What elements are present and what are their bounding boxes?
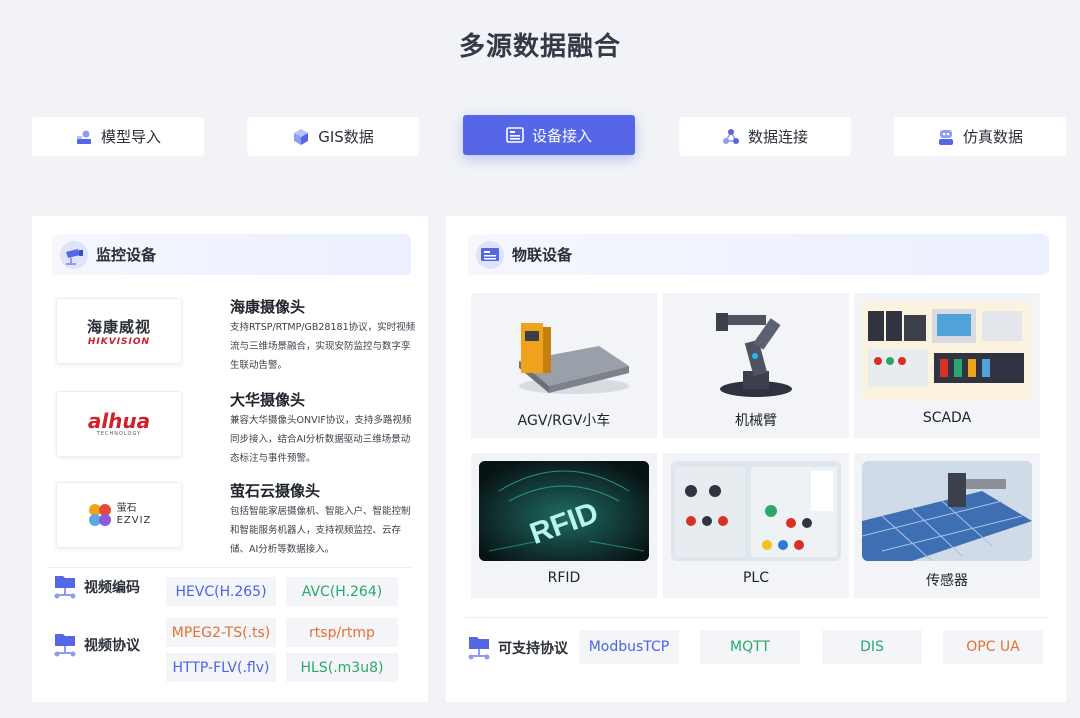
camera-desc: 支持RTSP/RTMP/GB28181协议，实时视频流与三维场景融合，实现安防监… <box>230 322 416 371</box>
protocol-chip: MPEG2-TS(.ts) <box>166 618 276 647</box>
iot-protocol-label: 可支持协议 <box>468 635 568 661</box>
tab-label: 设备接入 <box>531 126 592 145</box>
iot-protocol-chip: OPC UA <box>943 630 1043 664</box>
robot-icon <box>937 128 955 146</box>
tab-label: 仿真数据 <box>962 128 1023 146</box>
tab-label: 模型导入 <box>100 128 161 146</box>
iot-panel: 物联设备 AGV/RGV小车 机械臂 SCADA RFID RFID PLC 传… <box>446 216 1066 702</box>
device-card-sensor[interactable]: 传感器 <box>854 453 1040 598</box>
camera-name: 大华摄像头 <box>230 391 306 409</box>
device-label: AGV/RGV小车 <box>517 413 611 429</box>
monitor-title: 监控设备 <box>96 246 157 264</box>
device-card-rfid[interactable]: RFID RFID <box>471 453 657 598</box>
camera-item-hikvision: 海康威视 HIKVISION 海康摄像头 支持RTSP/RTMP/GB28181… <box>56 298 416 378</box>
agv-image <box>479 301 649 401</box>
device-label: PLC <box>742 570 770 586</box>
tab-simulation-data[interactable]: 仿真数据 <box>894 117 1066 156</box>
device-icon <box>506 126 524 144</box>
iot-protocol-chip: DIS <box>822 630 922 664</box>
iot-protocol-chip: MQTT <box>700 630 800 664</box>
camera-icon <box>58 239 90 271</box>
tab-model-import[interactable]: 模型导入 <box>32 117 204 156</box>
device-panel-icon <box>474 239 506 271</box>
server-icon <box>54 634 76 657</box>
tab-gis-data[interactable]: GIS数据 <box>247 117 419 156</box>
iot-header: 物联设备 <box>468 234 1049 275</box>
rfid-image: RFID <box>479 461 649 561</box>
device-label: 传感器 <box>926 573 968 589</box>
plc-image <box>671 461 841 561</box>
model-import-icon <box>75 128 93 146</box>
server-icon <box>468 637 490 660</box>
tab-device-access[interactable]: 设备接入 <box>463 115 635 155</box>
dahua-logo: alhua TECHNOLOGY <box>56 391 182 457</box>
codec-label: 视频编码 <box>54 574 140 600</box>
camera-desc: 包括智能家居摄像机、智能入户、智能控制和智能服务机器人，支持视频监控、云存储、A… <box>230 506 411 555</box>
protocol-label: 视频协议 <box>54 632 140 658</box>
server-icon <box>54 576 76 599</box>
device-card-agv[interactable]: AGV/RGV小车 <box>471 293 657 438</box>
camera-item-dahua: alhua TECHNOLOGY 大华摄像头 兼容大华摄像头ONVIF协议，支持… <box>56 391 416 471</box>
divider <box>464 617 1049 618</box>
scada-image <box>862 301 1032 401</box>
protocol-chip: rtsp/rtmp <box>286 618 398 647</box>
camera-item-ezviz: 萤石 EZVIZ 萤石云摄像头 包括智能家居摄像机、智能入户、智能控制和智能服务… <box>56 482 416 562</box>
device-card-robot-arm[interactable]: 机械臂 <box>663 293 849 438</box>
hikvision-logo: 海康威视 HIKVISION <box>56 298 182 364</box>
device-card-plc[interactable]: PLC <box>663 453 849 598</box>
codec-chip: AVC(H.264) <box>286 577 398 606</box>
robot-arm-image <box>671 301 841 401</box>
camera-name: 海康摄像头 <box>230 298 306 316</box>
cube-icon <box>292 128 310 146</box>
tab-label: 数据连接 <box>747 128 808 146</box>
divider <box>48 567 411 568</box>
camera-name: 萤石云摄像头 <box>230 482 321 500</box>
iot-protocol-chip: ModbusTCP <box>579 630 679 664</box>
ezviz-logo: 萤石 EZVIZ <box>56 482 182 548</box>
page-title: 多源数据融合 <box>458 32 621 62</box>
sensor-image <box>862 461 1032 561</box>
device-label: 机械臂 <box>735 413 777 429</box>
iot-title: 物联设备 <box>512 246 573 264</box>
ezviz-mark-icon <box>88 504 111 526</box>
tab-data-connection[interactable]: 数据连接 <box>679 117 851 156</box>
monitor-panel: 监控设备 海康威视 HIKVISION 海康摄像头 支持RTSP/RTMP/GB… <box>32 216 428 702</box>
device-label: RFID <box>547 570 581 586</box>
network-icon <box>722 128 740 146</box>
monitor-header: 监控设备 <box>52 234 411 275</box>
device-card-scada[interactable]: SCADA <box>854 293 1040 438</box>
protocol-chip: HLS(.m3u8) <box>286 653 398 682</box>
protocol-chip: HTTP-FLV(.flv) <box>166 653 276 682</box>
codec-chip: HEVC(H.265) <box>166 577 276 606</box>
tab-label: GIS数据 <box>318 128 374 146</box>
device-label: SCADA <box>922 410 972 426</box>
camera-desc: 兼容大华摄像头ONVIF协议，支持多路视频同步接入，结合AI分析数据驱动三维场景… <box>230 415 412 464</box>
